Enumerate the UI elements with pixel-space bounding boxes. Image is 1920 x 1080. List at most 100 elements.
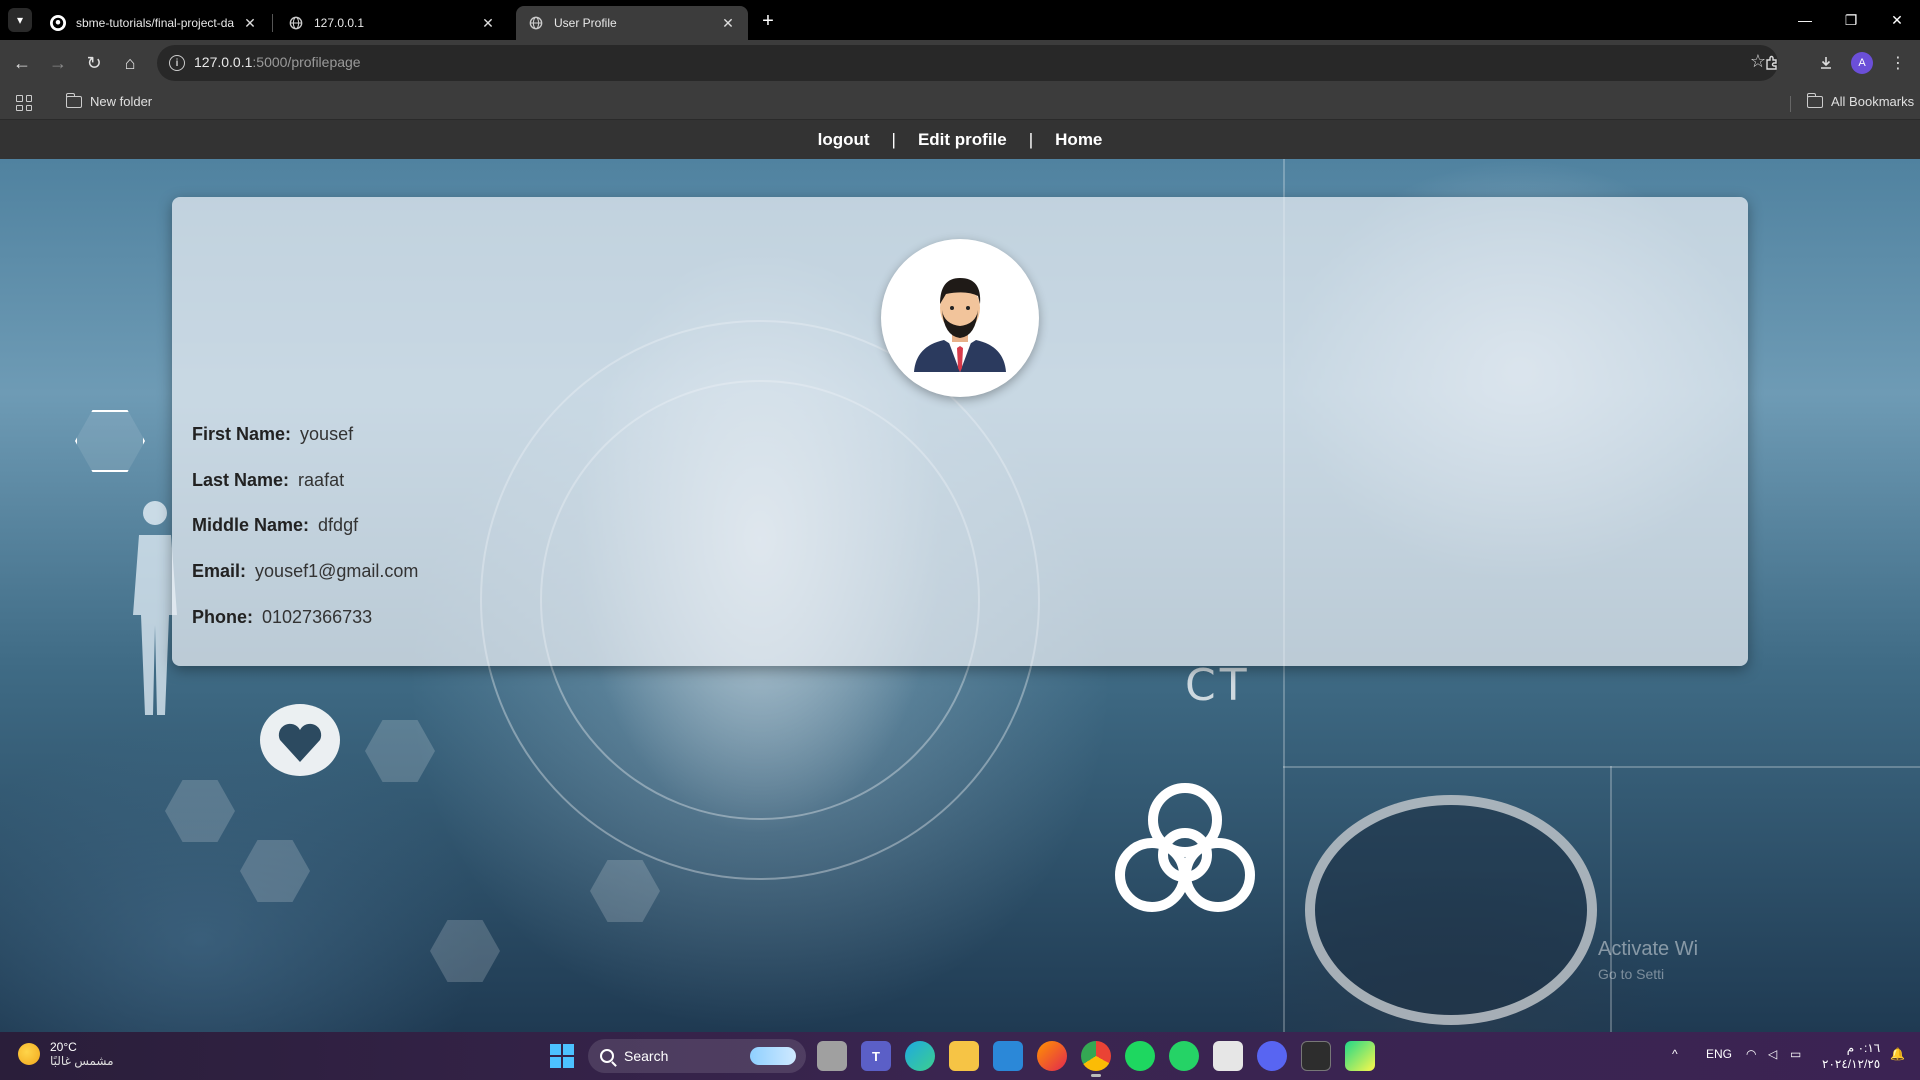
bookmarks-bar: New folder All Bookmarks xyxy=(0,86,1920,120)
chevron-up-icon[interactable]: ^ xyxy=(1672,1047,1678,1061)
notification-bell-icon[interactable]: 🔔 xyxy=(1890,1047,1905,1061)
reload-icon[interactable]: ↻ xyxy=(80,49,108,77)
new-tab-button[interactable]: + xyxy=(755,8,781,34)
tab-title: sbme-tutorials/final-project-da xyxy=(76,16,235,30)
url-path: :5000/profilepage xyxy=(252,54,361,70)
field-value: yousef xyxy=(300,424,354,444)
menu-dots-icon[interactable]: ⋮ xyxy=(1884,49,1912,77)
clock-date: ٢٠٢٤/١٢/٢٥ xyxy=(1822,1057,1881,1071)
address-bar[interactable]: i 127.0.0.1:5000/profilepage ☆ xyxy=(157,45,1778,81)
last-name-field: Last Name: raafat xyxy=(192,470,344,491)
tab-user-profile[interactable]: User Profile ✕ xyxy=(516,6,748,40)
ct-scan-image xyxy=(1305,795,1597,1025)
bookmark-label: All Bookmarks xyxy=(1831,94,1915,109)
task-view-icon[interactable] xyxy=(817,1041,847,1071)
restore-icon[interactable]: ❐ xyxy=(1828,0,1874,40)
close-icon[interactable]: ✕ xyxy=(242,15,258,31)
profile-avatar xyxy=(881,239,1039,397)
field-label: First Name: xyxy=(192,424,292,444)
home-link[interactable]: Home xyxy=(1047,130,1110,150)
spotify-icon[interactable] xyxy=(1125,1041,1155,1071)
tab-title: User Profile xyxy=(554,16,617,30)
tab-title: 127.0.0.1 xyxy=(314,16,365,30)
field-value: raafat xyxy=(298,470,345,490)
github-icon xyxy=(50,15,66,31)
search-icon xyxy=(600,1049,614,1063)
middle-name-field: Middle Name: dfdgf xyxy=(192,515,358,536)
email-field: Email: yousef1@gmail.com xyxy=(192,561,418,582)
field-value: dfdgf xyxy=(318,515,359,535)
nav-separator: | xyxy=(1028,129,1034,149)
terminal-icon[interactable] xyxy=(1301,1041,1331,1071)
url-text[interactable]: 127.0.0.1:5000/profilepage xyxy=(194,54,361,70)
whatsapp-icon[interactable] xyxy=(1169,1041,1199,1071)
file-explorer-icon[interactable] xyxy=(949,1041,979,1071)
logout-link[interactable]: logout xyxy=(810,130,878,150)
field-label: Last Name: xyxy=(192,470,290,490)
weather-widget[interactable]: 20°C مشمس غالبًا xyxy=(18,1040,114,1068)
system-clock[interactable]: ٠:١٦ م ٢٠٢٤/١٢/٢٥ xyxy=(1822,1040,1880,1072)
minimize-icon[interactable]: — xyxy=(1782,0,1828,40)
extensions-icon[interactable] xyxy=(1758,49,1786,77)
site-info-icon[interactable]: i xyxy=(169,55,185,71)
tab-search-button[interactable]: ▾ xyxy=(8,8,32,32)
first-name-field: First Name: yousef xyxy=(192,424,353,445)
browser-toolbar: ← → ↻ ⌂ i 127.0.0.1:5000/profilepage ☆ A… xyxy=(0,40,1920,86)
field-label: Email: xyxy=(192,561,247,581)
nav-separator: | xyxy=(891,129,896,149)
field-label: Middle Name: xyxy=(192,515,310,535)
chrome-icon[interactable] xyxy=(1081,1041,1111,1077)
site-nav: logout | Edit profile | Home xyxy=(0,120,1920,159)
search-highlight-icon xyxy=(750,1047,796,1065)
windows-taskbar: 20°C مشمس غالبًا Search T ^ ENG ◠ ◁ ▭ ٠:… xyxy=(0,1032,1920,1080)
activate-windows-watermark: Activate Wi xyxy=(1598,938,1699,960)
close-window-icon[interactable]: ✕ xyxy=(1874,0,1920,40)
tab-separator xyxy=(272,14,273,32)
tab-localhost[interactable]: 127.0.0.1 ✕ xyxy=(276,6,508,40)
tab-github[interactable]: sbme-tutorials/final-project-da ✕ xyxy=(38,6,270,40)
page-viewport: CT Activate Wi Go to Setti logout | Edit… xyxy=(0,120,1920,1032)
home-icon[interactable]: ⌂ xyxy=(116,49,144,77)
globe-icon xyxy=(528,15,544,31)
biohazard-icon xyxy=(1115,783,1255,912)
globe-icon xyxy=(288,15,304,31)
bookmark-all-bookmarks[interactable]: All Bookmarks xyxy=(1806,92,1915,109)
close-icon[interactable]: ✕ xyxy=(480,15,496,31)
phone-field: Phone: 01027366733 xyxy=(192,607,372,628)
battery-icon[interactable]: ▭ xyxy=(1790,1047,1801,1061)
windows-start-icon[interactable] xyxy=(550,1044,574,1068)
microsoft-store-icon[interactable] xyxy=(993,1041,1023,1071)
discord-icon[interactable] xyxy=(1257,1041,1287,1071)
clock-time: ٠:١٦ م xyxy=(1846,1041,1881,1055)
close-icon[interactable]: ✕ xyxy=(720,15,736,31)
back-icon[interactable]: ← xyxy=(8,49,36,77)
language-indicator[interactable]: ENG xyxy=(1706,1047,1732,1061)
firefox-icon[interactable] xyxy=(1037,1041,1067,1071)
bookmark-divider xyxy=(1790,96,1791,112)
bookmark-new-folder[interactable]: New folder xyxy=(65,92,152,109)
background-divider xyxy=(1610,766,1612,1032)
volume-icon[interactable]: ◁ xyxy=(1768,1047,1777,1061)
edge-icon[interactable] xyxy=(905,1041,935,1071)
edit-profile-link[interactable]: Edit profile xyxy=(910,130,1015,150)
folder-icon xyxy=(65,92,82,108)
teams-icon[interactable]: T xyxy=(861,1041,891,1071)
download-icon[interactable] xyxy=(1812,49,1840,77)
snipping-tool-icon[interactable] xyxy=(1213,1041,1243,1071)
apps-grid-icon[interactable] xyxy=(16,95,32,111)
field-value: yousef1@gmail.com xyxy=(255,561,419,581)
taskbar-search[interactable]: Search xyxy=(588,1039,806,1073)
activate-windows-subtext: Go to Setti xyxy=(1598,966,1665,982)
forward-icon[interactable]: → xyxy=(44,49,72,77)
pycharm-icon[interactable] xyxy=(1345,1041,1375,1071)
search-placeholder: Search xyxy=(624,1048,669,1064)
field-value: 01027366733 xyxy=(262,607,373,627)
avatar: A xyxy=(1851,52,1873,74)
heart-icon xyxy=(260,704,340,776)
profile-button[interactable]: A xyxy=(1848,49,1876,77)
browser-tab-bar: ▾ sbme-tutorials/final-project-da ✕ 127.… xyxy=(0,0,1920,40)
wifi-icon[interactable]: ◠ xyxy=(1746,1047,1756,1061)
field-label: Phone: xyxy=(192,607,253,627)
url-host: 127.0.0.1 xyxy=(194,54,253,70)
temperature: 20°C xyxy=(50,1040,77,1054)
